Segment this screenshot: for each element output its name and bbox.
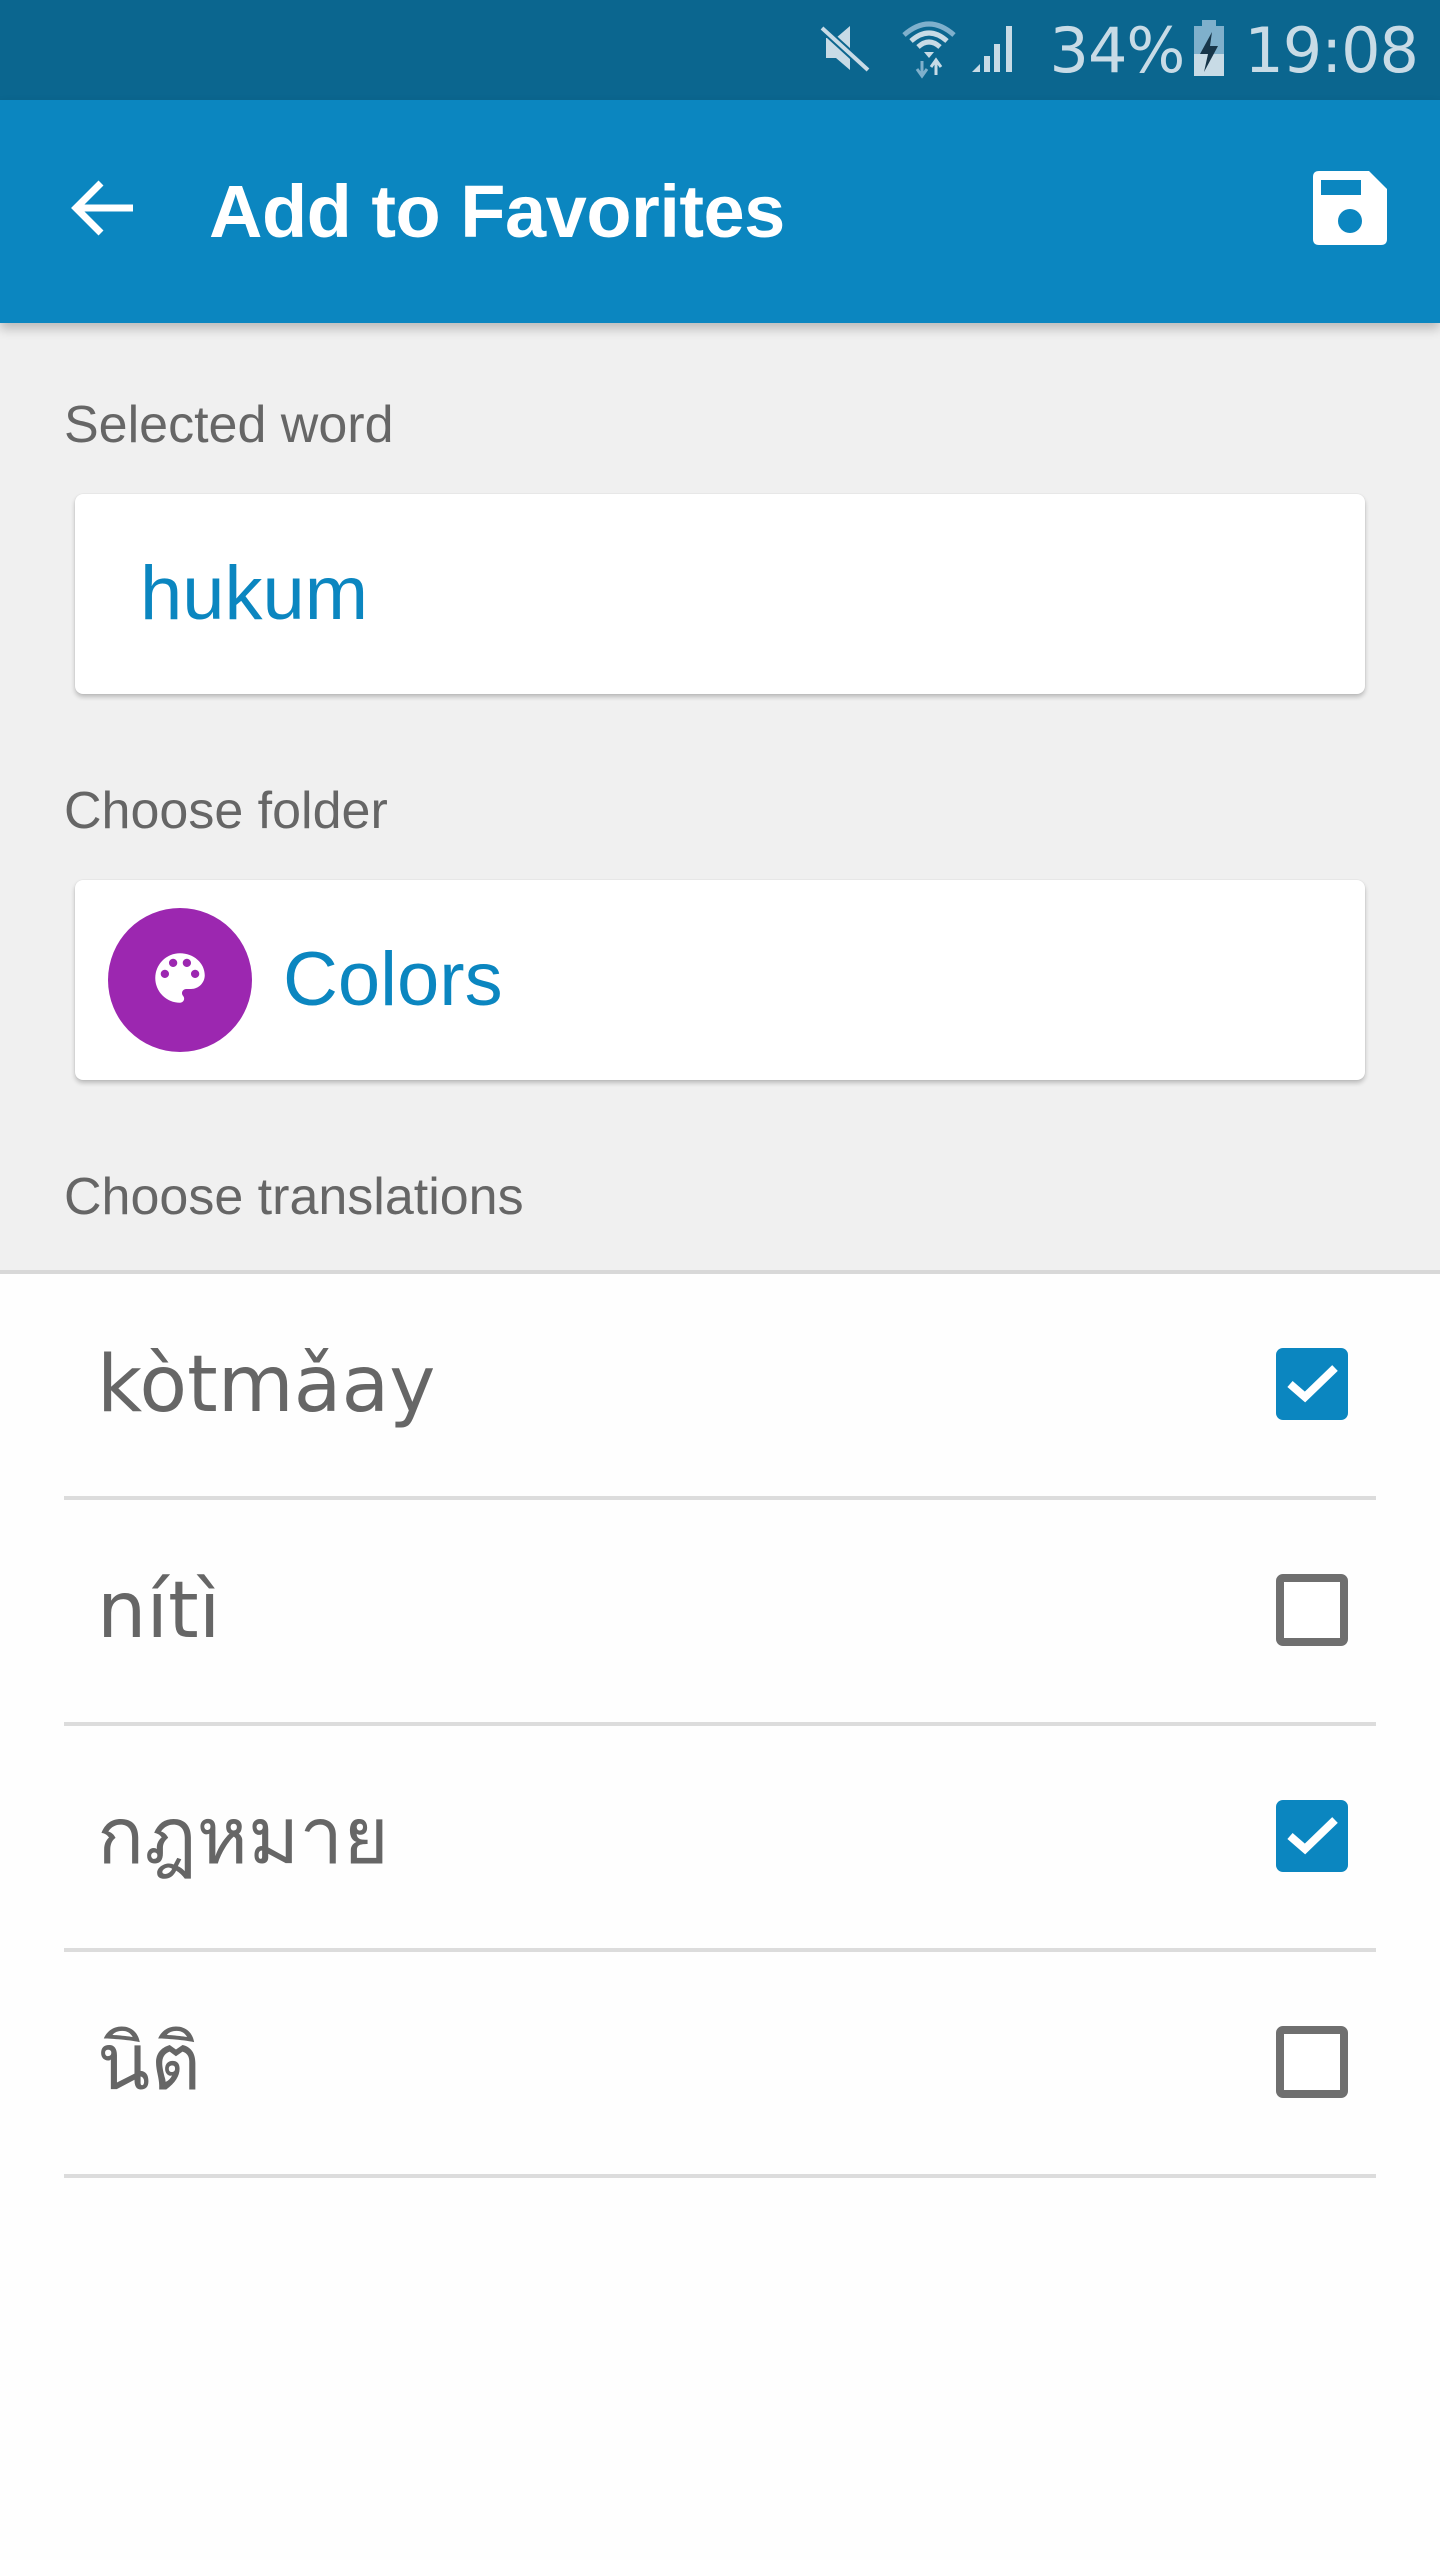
form-area: Selected word hukum Choose folder Colors… <box>0 323 1440 1274</box>
status-bar: 34% 19:08 <box>0 0 1440 100</box>
translation-label: นิติ <box>97 2018 201 2108</box>
translation-label: nítì <box>97 1566 221 1656</box>
app-bar: Add to Favorites <box>0 100 1440 323</box>
selected-word-value: hukum <box>140 551 369 636</box>
battery-percent: 34% <box>1049 13 1186 87</box>
translation-checkbox[interactable] <box>1276 1574 1348 1646</box>
translation-label: kòtmǎay <box>97 1340 436 1430</box>
translation-checkbox[interactable] <box>1276 2026 1348 2098</box>
arrow-back-icon <box>69 175 135 246</box>
translation-row[interactable]: kòtmǎay <box>64 1274 1376 1500</box>
checkmark-icon <box>1287 1365 1338 1403</box>
translations-list: kòtmǎay nítì กฎหมายนิติ <box>0 1274 1440 2178</box>
translation-checkbox[interactable] <box>1276 1348 1348 1420</box>
choose-translations-label: Choose translations <box>64 1168 524 1226</box>
translation-label: กฎหมาย <box>97 1792 389 1882</box>
back-button[interactable] <box>52 160 152 260</box>
choose-folder-label: Choose folder <box>64 782 388 840</box>
mute-icon <box>818 20 874 81</box>
folder-name: Colors <box>283 937 503 1022</box>
selected-word-label: Selected word <box>64 396 394 454</box>
palette-icon <box>147 945 213 1016</box>
wifi-icon <box>901 17 956 84</box>
save-button[interactable] <box>1300 160 1400 260</box>
save-floppy-icon <box>1313 170 1387 250</box>
translation-row[interactable]: นิติ <box>64 1952 1376 2178</box>
translation-checkbox[interactable] <box>1276 1800 1348 1872</box>
selected-word-field[interactable]: hukum <box>75 494 1365 694</box>
page-title: Add to Favorites <box>209 170 785 253</box>
battery-charging-icon <box>1194 19 1225 81</box>
folder-selector[interactable]: Colors <box>75 880 1365 1080</box>
translation-row[interactable]: nítì <box>64 1500 1376 1726</box>
folder-avatar <box>108 908 252 1052</box>
signal-icon <box>971 22 1018 79</box>
checkmark-icon <box>1287 1817 1338 1855</box>
clock: 19:08 <box>1244 13 1419 87</box>
translation-row[interactable]: กฎหมาย <box>64 1726 1376 1952</box>
